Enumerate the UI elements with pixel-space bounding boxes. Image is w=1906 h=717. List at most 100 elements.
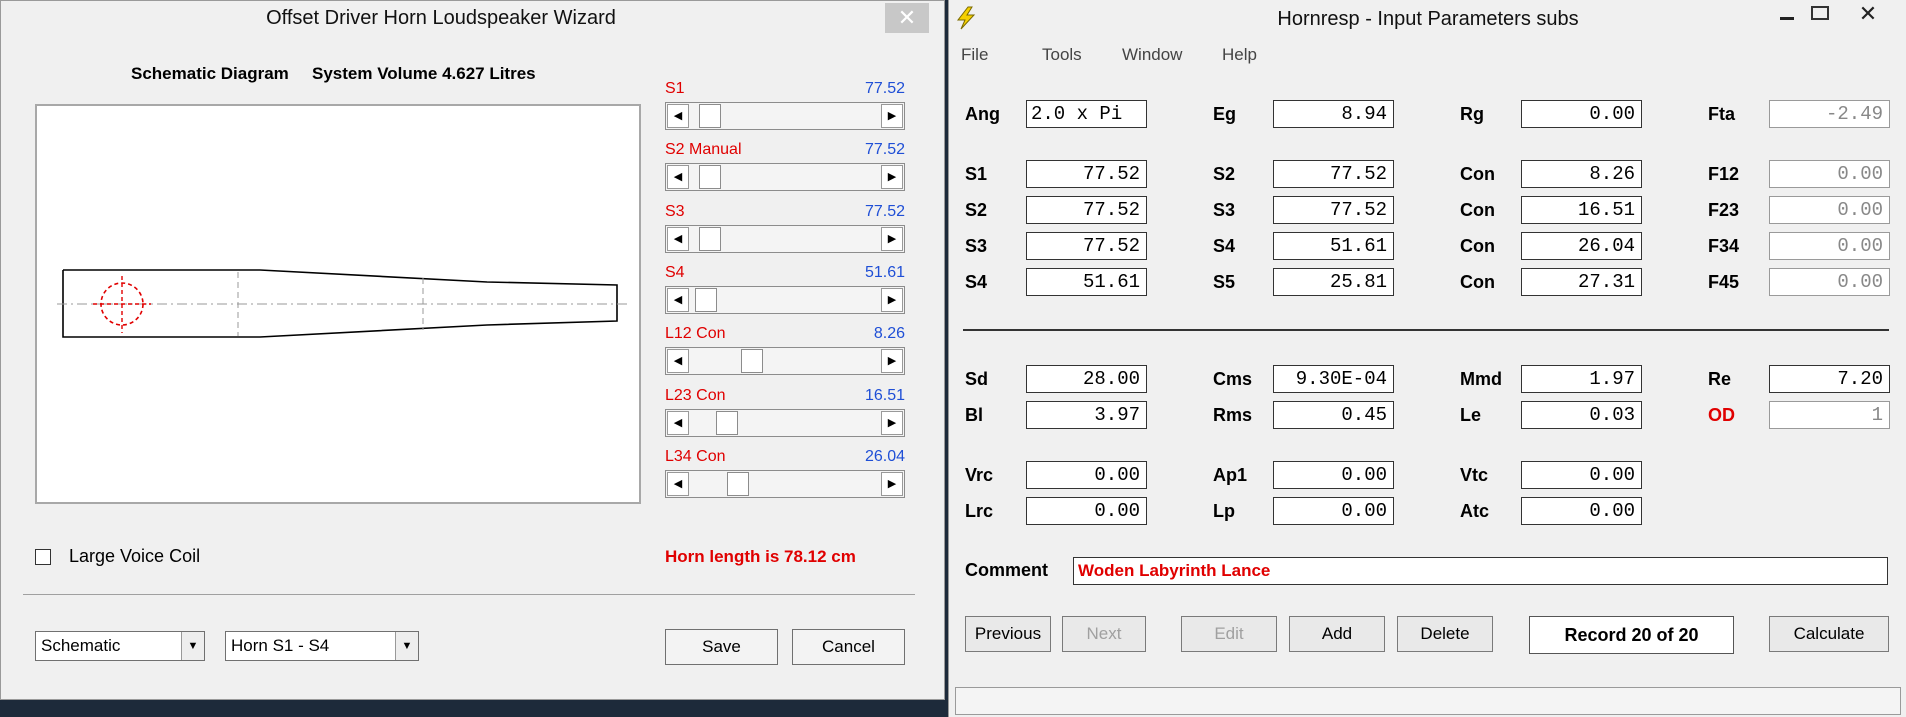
param-field[interactable]: 77.52 — [1026, 160, 1147, 188]
param-field[interactable]: 0.45 — [1273, 401, 1394, 429]
arrow-left-icon[interactable]: ◀ — [667, 226, 689, 251]
param-label: F23 — [1708, 200, 1740, 220]
edit-button[interactable]: Edit — [1181, 616, 1277, 652]
param-field[interactable]: 77.52 — [1273, 160, 1394, 188]
param-field[interactable]: 27.31 — [1521, 268, 1642, 296]
param-field[interactable]: 51.61 — [1026, 268, 1147, 296]
arrow-left-icon[interactable]: ◀ — [667, 287, 689, 312]
slider-thumb[interactable] — [741, 349, 763, 374]
chevron-down-icon[interactable]: ▼ — [395, 632, 418, 660]
param-field[interactable]: 0.00 — [1521, 461, 1642, 489]
arrow-right-icon[interactable]: ▶ — [881, 165, 903, 190]
slider-thumb[interactable] — [698, 226, 721, 251]
slider-track[interactable]: ◀ ▶ — [665, 469, 905, 498]
arrow-left-icon[interactable]: ◀ — [667, 471, 689, 496]
param-field[interactable]: 0.00 — [1521, 497, 1642, 525]
arrow-right-icon[interactable]: ▶ — [881, 410, 903, 435]
previous-button[interactable]: Previous — [965, 616, 1051, 652]
param-label: Rms — [1213, 405, 1253, 425]
param-field[interactable]: 2.0 x Pi — [1026, 100, 1147, 128]
close-icon[interactable]: ✕ — [1847, 0, 1889, 30]
param-label: F34 — [1708, 236, 1740, 256]
slider-value: 26.04 — [864, 447, 905, 465]
param-field[interactable]: 0.00 — [1769, 232, 1890, 260]
arrow-right-icon[interactable]: ▶ — [881, 226, 903, 251]
slider-thumb[interactable] — [727, 471, 750, 496]
chevron-down-icon[interactable]: ▼ — [181, 632, 204, 660]
param-label: Vtc — [1460, 465, 1489, 485]
slider-track[interactable]: ◀ ▶ — [665, 102, 905, 130]
param-field[interactable]: 0.00 — [1521, 100, 1642, 128]
param-label: Eg — [1213, 104, 1237, 124]
arrow-left-icon[interactable]: ◀ — [667, 104, 689, 128]
arrow-right-icon[interactable]: ▶ — [881, 104, 903, 128]
next-button[interactable]: Next — [1062, 616, 1146, 652]
menu-item[interactable]: Tools — [1042, 45, 1082, 65]
param-field[interactable]: 16.51 — [1521, 196, 1642, 224]
param-label: Re — [1708, 369, 1732, 389]
close-icon[interactable]: ✕ — [885, 3, 929, 33]
slider-label: S3 — [665, 202, 685, 220]
param-field[interactable]: 77.52 — [1273, 196, 1394, 224]
param-field[interactable]: 1 — [1769, 401, 1890, 429]
param-field[interactable]: 0.00 — [1769, 160, 1890, 188]
param-field[interactable]: 77.52 — [1026, 232, 1147, 260]
param-field[interactable]: 8.94 — [1273, 100, 1394, 128]
slider-thumb[interactable] — [698, 104, 721, 128]
slider-track[interactable]: ◀ ▶ — [665, 408, 905, 437]
param-field[interactable]: 9.30E-04 — [1273, 365, 1394, 393]
comment-field[interactable]: Woden Labyrinth Lance — [1073, 557, 1888, 585]
param-field[interactable]: 7.20 — [1769, 365, 1890, 393]
slider-thumb[interactable] — [698, 165, 721, 190]
param-field[interactable]: -2.49 — [1769, 100, 1890, 128]
slider-thumb[interactable] — [715, 410, 738, 435]
horn-length-text: Horn length is 78.12 cm — [665, 547, 856, 566]
param-field[interactable]: 0.00 — [1026, 497, 1147, 525]
slider-thumb[interactable] — [695, 287, 718, 312]
param-field[interactable]: 26.04 — [1521, 232, 1642, 260]
cancel-button[interactable]: Cancel — [792, 629, 905, 665]
large-voice-coil-checkbox[interactable] — [35, 549, 51, 565]
delete-button[interactable]: Delete — [1397, 616, 1493, 652]
param-field[interactable]: 77.52 — [1026, 196, 1147, 224]
param-label: Bl — [965, 405, 983, 425]
menu-item[interactable]: Window — [1122, 45, 1182, 65]
param-field[interactable]: 3.97 — [1026, 401, 1147, 429]
param-field[interactable]: 0.00 — [1769, 268, 1890, 296]
param-field[interactable]: 1.97 — [1521, 365, 1642, 393]
arrow-left-icon[interactable]: ◀ — [667, 165, 689, 190]
calculate-button[interactable]: Calculate — [1769, 616, 1889, 652]
param-field[interactable]: 0.00 — [1273, 497, 1394, 525]
horn-select[interactable]: Horn S1 - S4 ▼ — [225, 631, 419, 661]
slider-track[interactable]: ◀ ▶ — [665, 163, 905, 192]
param-field[interactable]: 25.81 — [1273, 268, 1394, 296]
arrow-left-icon[interactable]: ◀ — [667, 410, 689, 435]
param-field[interactable]: 8.26 — [1521, 160, 1642, 188]
save-button[interactable]: Save — [665, 629, 778, 665]
param-field[interactable]: 0.00 — [1273, 461, 1394, 489]
wizard-window: Offset Driver Horn Loudspeaker Wizard ✕ … — [0, 0, 945, 700]
system-volume: System Volume 4.627 Litres — [312, 64, 536, 83]
horn-select-value: Horn S1 - S4 — [231, 636, 330, 655]
arrow-left-icon[interactable]: ◀ — [667, 349, 689, 374]
param-field[interactable]: 0.00 — [1026, 461, 1147, 489]
menu-item[interactable]: File — [961, 45, 988, 65]
add-button[interactable]: Add — [1289, 616, 1385, 652]
slider-track[interactable]: ◀ ▶ — [665, 224, 905, 253]
minimize-icon[interactable] — [1775, 8, 1799, 28]
arrow-right-icon[interactable]: ▶ — [881, 349, 903, 374]
slider-value: 51.61 — [864, 263, 905, 281]
slider-track[interactable]: ◀ ▶ — [665, 285, 905, 314]
param-field[interactable]: 0.00 — [1769, 196, 1890, 224]
param-label: Con — [1460, 272, 1495, 292]
slider-track[interactable]: ◀ ▶ — [665, 347, 905, 376]
param-field[interactable]: 51.61 — [1273, 232, 1394, 260]
menu-item[interactable]: Help — [1222, 45, 1257, 65]
maximize-icon[interactable] — [1811, 6, 1829, 20]
param-field[interactable]: 0.03 — [1521, 401, 1642, 429]
arrow-right-icon[interactable]: ▶ — [881, 287, 903, 312]
param-field[interactable]: 28.00 — [1026, 365, 1147, 393]
param-label: Fta — [1708, 104, 1735, 124]
arrow-right-icon[interactable]: ▶ — [881, 471, 903, 496]
view-select[interactable]: Schematic ▼ — [35, 631, 205, 661]
